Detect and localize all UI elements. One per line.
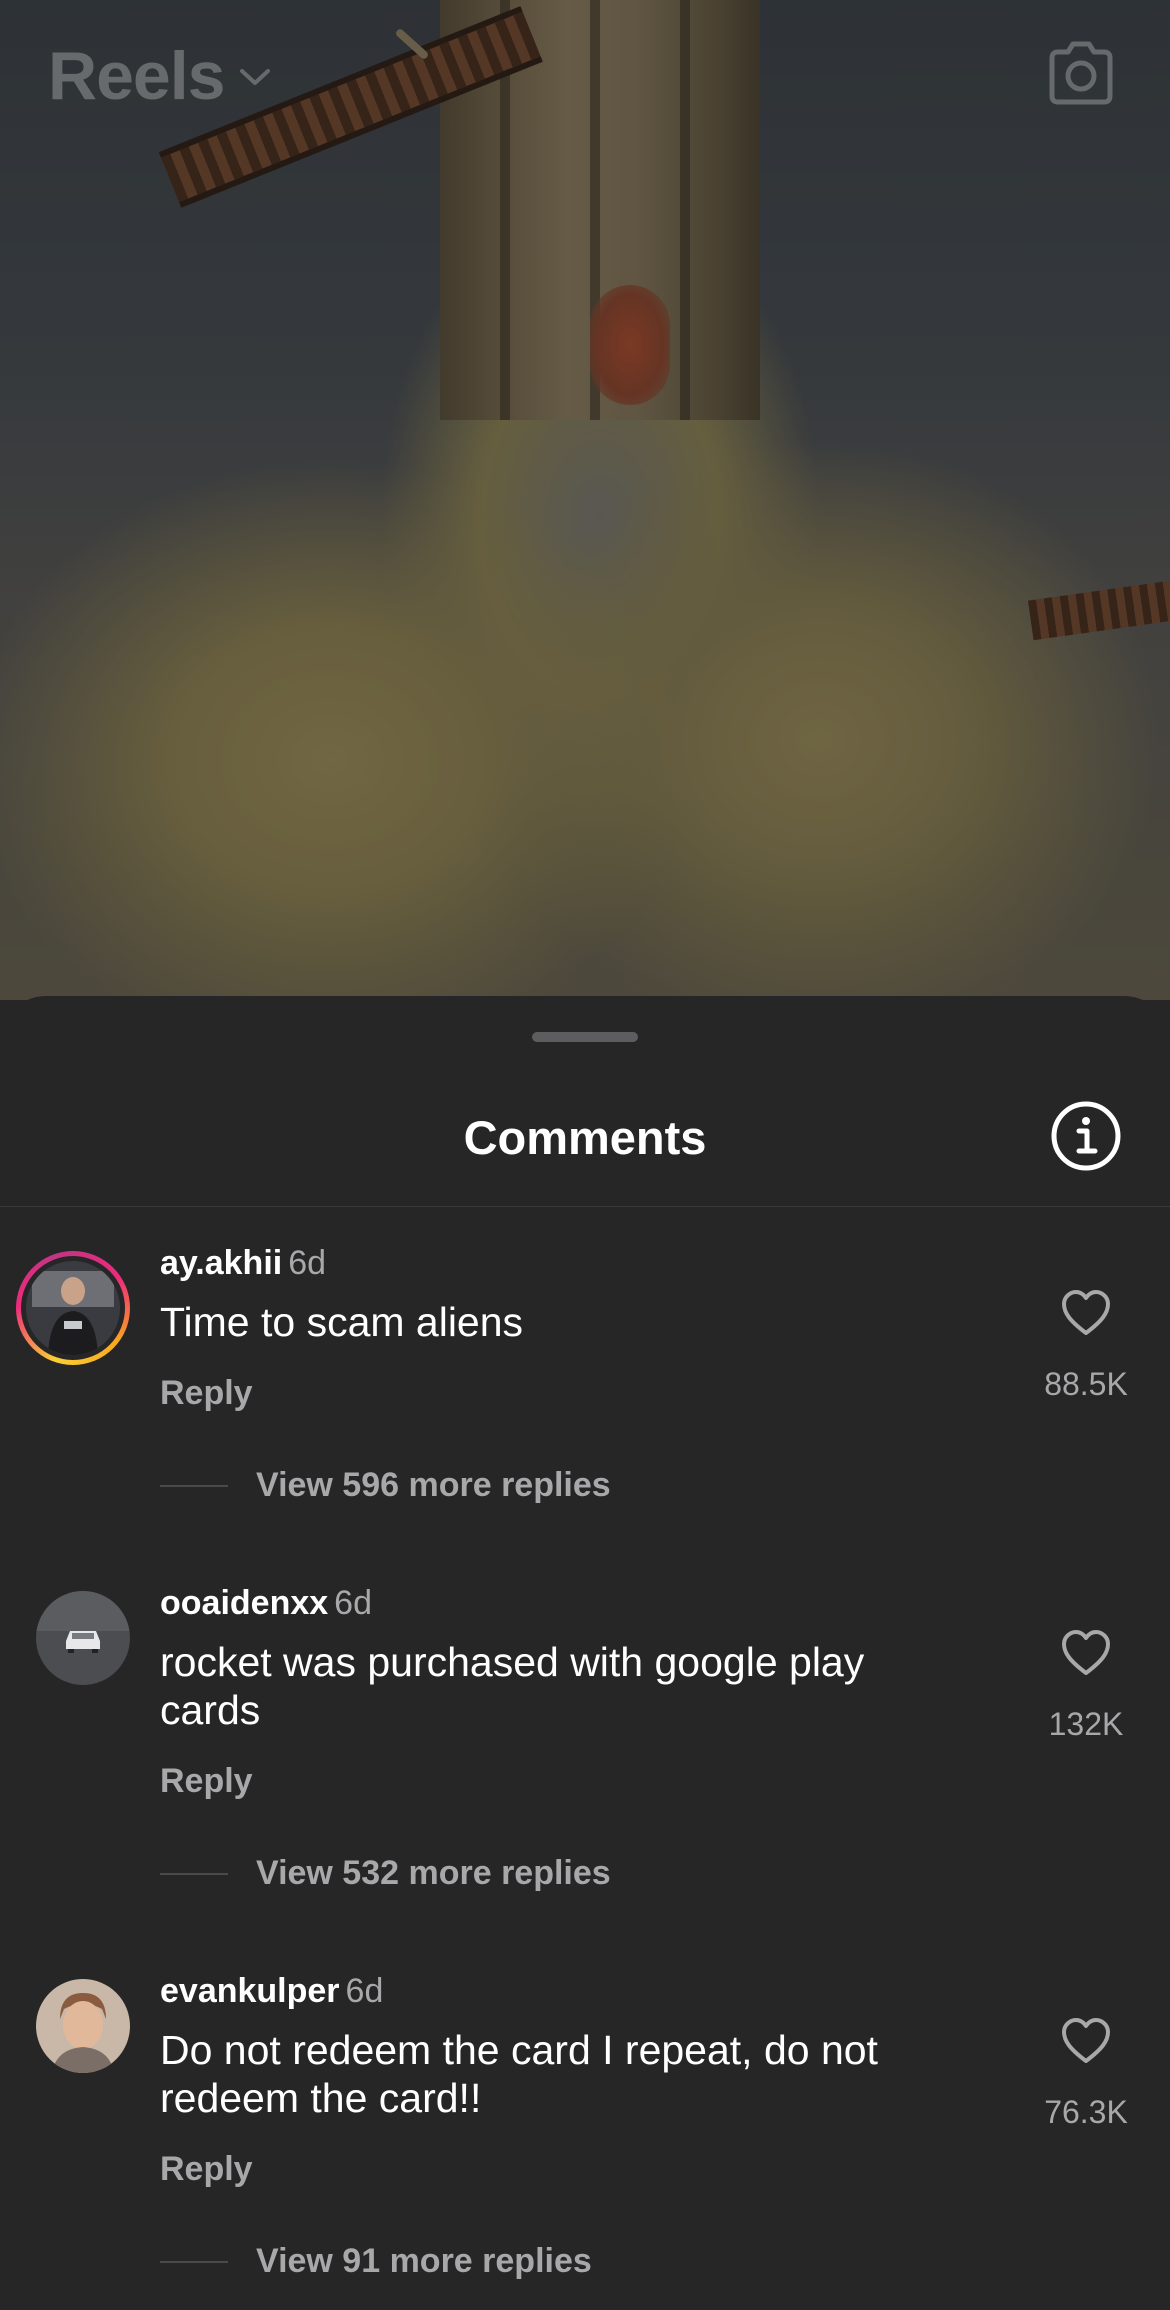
reply-button[interactable]: Reply	[160, 2150, 253, 2189]
comment-text: Do not redeem the card I repeat, do not …	[160, 2027, 878, 2121]
view-replies-label: View 596 more replies	[256, 1466, 611, 1504]
reel-video[interactable]	[0, 0, 1170, 1000]
thread-line	[160, 2260, 228, 2263]
divider	[0, 1206, 1170, 1207]
comment-meta: evankulper 6d	[160, 1972, 383, 2011]
view-replies-label: View 91 more replies	[256, 2242, 592, 2280]
timestamp: 6d	[345, 1972, 384, 2010]
like-count: 132K	[1048, 1706, 1124, 1742]
avatar[interactable]	[26, 1261, 120, 1355]
page-title: Reels	[48, 38, 225, 114]
comment-text: rocket was purchased with google play ca…	[160, 1639, 865, 1733]
comment-meta: ay.akhii 6d	[160, 1244, 326, 1283]
dim-overlay	[0, 0, 1170, 1000]
thread-line	[160, 1484, 228, 1487]
like-count: 76.3K	[1044, 2094, 1128, 2130]
comment-text: Time to scam aliens	[160, 1299, 524, 1345]
comment-meta: ooaidenxx 6d	[160, 1584, 372, 1623]
view-replies-label: View 532 more replies	[256, 1854, 611, 1892]
chevron-down-icon[interactable]	[238, 66, 272, 93]
like-count: 88.5K	[1044, 1366, 1128, 1402]
avatar[interactable]	[36, 1591, 130, 1685]
comments-sheet[interactable]: Comments ay.akhii 6d Time to scam aliens…	[0, 996, 1170, 2310]
sheet-title: Comments	[463, 1111, 707, 1164]
view-replies-button[interactable]: View 532 more replies	[160, 1854, 611, 1893]
heart-icon[interactable]	[1060, 1629, 1112, 1677]
timestamp: 6d	[334, 1584, 372, 1622]
reply-button[interactable]: Reply	[160, 1762, 253, 1801]
heart-icon[interactable]	[1060, 2017, 1112, 2065]
info-icon[interactable]	[1050, 1100, 1122, 1172]
camera-icon[interactable]	[1044, 36, 1118, 110]
username[interactable]: ooaidenxx	[160, 1584, 328, 1622]
view-replies-button[interactable]: View 91 more replies	[160, 2242, 592, 2281]
reply-button[interactable]: Reply	[160, 1374, 253, 1413]
reels-header[interactable]: Reels	[48, 36, 272, 116]
view-replies-button[interactable]: View 596 more replies	[160, 1466, 611, 1505]
drag-handle[interactable]	[532, 1032, 638, 1042]
heart-icon[interactable]	[1060, 1289, 1112, 1337]
story-ring[interactable]	[16, 1251, 130, 1365]
thread-line	[160, 1872, 228, 1875]
username[interactable]: ay.akhii	[160, 1244, 282, 1282]
username[interactable]: evankulper	[160, 1972, 340, 2010]
avatar[interactable]	[36, 1979, 130, 2073]
timestamp: 6d	[288, 1244, 327, 1282]
